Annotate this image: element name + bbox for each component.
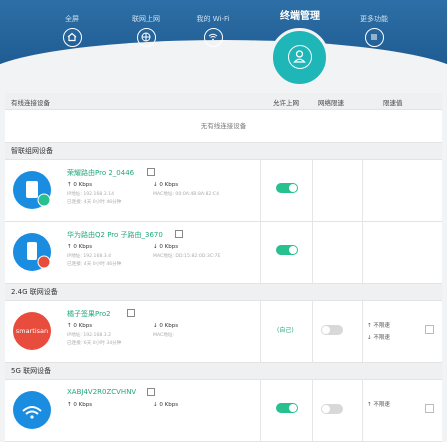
upload-speed: ↑ 0 Kbps: [67, 244, 93, 250]
section-title: 智联组网设备: [5, 143, 442, 160]
divider: [312, 160, 313, 221]
table-row: XABJ4V2R0ZCVHNV ↑ 0 Kbps ↓ 0 Kbps ↑ 不限速: [5, 380, 442, 442]
device-name: 橘子签果Pro2: [67, 310, 111, 318]
device-ip: IP地址: 192.168.3.4: [67, 254, 112, 259]
device-mac: MAC地址: DD:15:82:0D:3C:7E: [153, 254, 221, 259]
col-limit-value: 限速值: [383, 99, 403, 107]
table-row: smartisan 橘子签果Pro2 ↑ 0 Kbps ↓ 0 Kbps IP地…: [5, 301, 442, 363]
upload-speed: ↑ 0 Kbps: [67, 182, 93, 188]
nav-label: 全屏: [65, 15, 79, 23]
menu-icon: [364, 28, 384, 47]
allow-internet-toggle[interactable]: [276, 245, 298, 255]
divider: [260, 301, 261, 362]
edit-icon[interactable]: [127, 309, 135, 317]
allow-internet-toggle[interactable]: [276, 183, 298, 193]
limit-edit-icon[interactable]: [425, 404, 434, 413]
table-row: 华为路由Q2 Pro 子路由_3670 ↑ 0 Kbps ↓ 0 Kbps IP…: [5, 222, 442, 284]
nav-home[interactable]: 全屏: [50, 0, 94, 60]
device-mac: MAC地址:: [153, 333, 174, 338]
home-icon: [62, 28, 82, 47]
divider: [362, 160, 363, 221]
device-ip: IP地址: 192.168.3.2: [67, 333, 112, 338]
edit-icon[interactable]: [175, 230, 183, 238]
edit-icon[interactable]: [147, 388, 155, 396]
col-allow: 允许上网: [273, 99, 299, 107]
edit-icon[interactable]: [147, 168, 155, 176]
download-speed: ↓ 0 Kbps: [153, 323, 179, 329]
divider: [312, 301, 313, 362]
col-device: 有线连接设备: [11, 99, 50, 107]
nav-label: 终端管理: [280, 11, 320, 22]
nav-label: 更多功能: [360, 15, 388, 23]
limit-edit-icon[interactable]: [425, 325, 434, 334]
nav-label: 联网上网: [132, 15, 160, 23]
user-icon: [288, 45, 312, 69]
device-name: XABJ4V2R0ZCVHNV: [67, 388, 137, 396]
terminal-active-badge[interactable]: [270, 28, 329, 87]
wifi-icon: [203, 28, 223, 47]
table-header: 有线连接设备 允许上网 网络限速 限速值: [5, 93, 442, 110]
nav-wifi[interactable]: 我的 Wi-Fi: [191, 0, 235, 60]
device-name: 华为路由Q2 Pro 子路由_3670: [67, 231, 163, 239]
router-avatar: [13, 171, 51, 209]
divider: [362, 301, 363, 362]
wired-empty-text: 无有线连接设备: [5, 110, 442, 143]
upload-speed: ↑ 0 Kbps: [67, 323, 93, 329]
download-speed: ↓ 0 Kbps: [153, 402, 179, 408]
col-limit: 网络限速: [318, 99, 344, 107]
divider: [260, 380, 261, 441]
limit-down: ↓ 不限速: [367, 335, 390, 341]
divider: [312, 222, 313, 283]
download-speed: ↓ 0 Kbps: [153, 244, 179, 250]
device-ip: IP地址: 192.168.3.14: [67, 192, 115, 197]
divider: [362, 380, 363, 441]
upload-speed: ↑ 0 Kbps: [67, 402, 93, 408]
rate-limit-toggle[interactable]: [321, 325, 343, 335]
device-mac: MAC地址: 00:0A:4B:8A:82:C4: [153, 192, 220, 197]
connected-time: 已连接: 6天 0小时 34分钟: [67, 341, 122, 346]
globe-icon: [136, 28, 156, 47]
smartisan-avatar: smartisan: [13, 312, 51, 350]
device-table: 有线连接设备 允许上网 网络限速 限速值 无有线连接设备 智联组网设备 荣耀路由…: [5, 93, 442, 442]
divider: [260, 222, 261, 283]
rate-limit-toggle[interactable]: [321, 404, 343, 414]
divider: [312, 380, 313, 441]
section-title: 5G 联网设备: [5, 363, 442, 380]
section-title: 2.4G 联网设备: [5, 284, 442, 301]
table-row: 荣耀路由Pro 2_0446 ↑ 0 Kbps ↓ 0 Kbps IP地址: 1…: [5, 160, 442, 222]
limit-up: ↑ 不限速: [367, 402, 390, 408]
connected-time: 已连接: 4天 0小时 46分钟: [67, 200, 122, 205]
limit-up: ↑ 不限速: [367, 323, 390, 329]
download-speed: ↓ 0 Kbps: [153, 182, 179, 188]
self-label: (自己): [277, 327, 294, 334]
router-avatar: [13, 233, 51, 271]
device-name: 荣耀路由Pro 2_0446: [67, 169, 135, 177]
wifi-device-avatar: [13, 391, 51, 429]
nav-more[interactable]: 更多功能: [352, 0, 396, 60]
connected-time: 已连接: 4天 0小时 46分钟: [67, 262, 122, 267]
divider: [260, 160, 261, 221]
divider: [362, 222, 363, 283]
nav-label: 我的 Wi-Fi: [196, 15, 230, 23]
nav-internet[interactable]: 联网上网: [124, 0, 168, 60]
